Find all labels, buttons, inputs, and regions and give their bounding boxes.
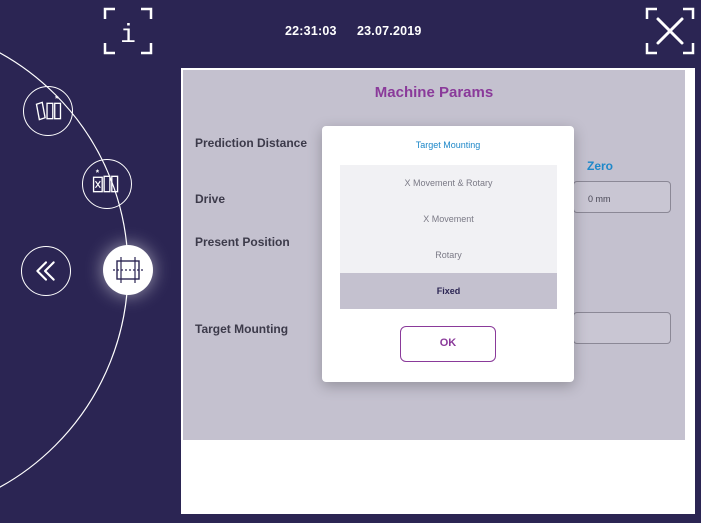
drive-value-field[interactable]: 0 mm — [573, 181, 671, 213]
svg-text:*: * — [55, 93, 59, 103]
close-icon — [645, 7, 695, 55]
target-mounting-label: Target Mounting — [195, 322, 289, 336]
dialog-title: Target Mounting — [415, 140, 481, 150]
clock-date: 23.07.2019 — [357, 24, 422, 38]
target-mounting-dialog: Target Mounting X Movement & Rotary X Mo… — [322, 126, 574, 382]
page-title: Machine Params — [374, 84, 494, 101]
ok-button[interactable]: OK — [400, 326, 496, 362]
mounting-mode-a-button[interactable]: * — [23, 86, 73, 136]
machine-params-nav-button[interactable] — [103, 245, 153, 295]
present-position-label: Present Position — [195, 235, 290, 249]
zero-button[interactable]: Zero — [587, 159, 613, 173]
mounting-mode-icon: * — [92, 167, 119, 193]
back-button[interactable] — [21, 246, 71, 296]
target-mounting-field[interactable] — [573, 312, 671, 344]
machine-params-icon — [113, 257, 143, 283]
option-x-movement[interactable]: X Movement — [340, 201, 557, 237]
prediction-distance-label: Prediction Distance — [195, 136, 308, 150]
clock-time: 22:31:03 — [285, 24, 337, 38]
svg-text:*: * — [96, 167, 100, 177]
option-x-movement-rotary[interactable]: X Movement & Rotary — [340, 165, 557, 201]
drive-label: Drive — [195, 192, 226, 206]
mounting-mode-icon: * — [35, 93, 62, 121]
option-rotary[interactable]: Rotary — [340, 237, 557, 273]
option-fixed[interactable]: Fixed — [340, 273, 557, 309]
double-chevron-left-icon — [36, 261, 55, 281]
close-button[interactable] — [645, 7, 695, 55]
mounting-mode-b-button[interactable]: * — [82, 159, 132, 209]
